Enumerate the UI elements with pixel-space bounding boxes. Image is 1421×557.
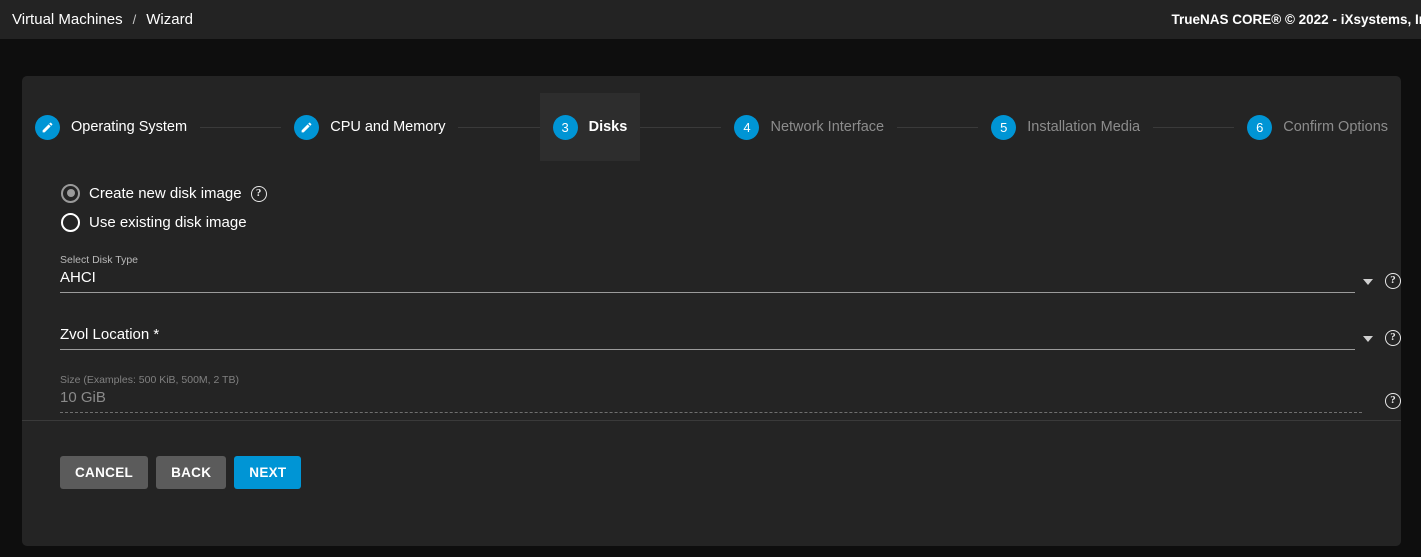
value-select-disk-type[interactable]: AHCI: [60, 267, 1355, 289]
radio-create-new-disk-image[interactable]: Create new disk image ?: [60, 180, 1401, 206]
step-label-cpu-and-memory: CPU and Memory: [330, 119, 445, 135]
step-label-operating-system: Operating System: [71, 119, 187, 135]
step-label-network-interface: Network Interface: [770, 119, 884, 135]
breadcrumb-separator: /: [133, 12, 137, 27]
radio-button-selected-icon[interactable]: [61, 184, 80, 203]
next-button[interactable]: NEXT: [234, 456, 301, 489]
wizard-actions: CANCEL BACK NEXT: [60, 456, 301, 489]
field-size: Size (Examples: 500 KiB, 500M, 2 TB) 10 …: [60, 374, 1401, 413]
breadcrumb-item-virtual-machines[interactable]: Virtual Machines: [12, 11, 123, 28]
value-size: 10 GiB: [60, 387, 1362, 409]
step-number-badge: 6: [1247, 115, 1272, 140]
field-select-disk-type[interactable]: Select Disk Type AHCI ?: [60, 254, 1401, 293]
radio-label-use-existing-disk-image: Use existing disk image: [89, 214, 247, 231]
disks-form: Create new disk image ? Use existing dis…: [60, 180, 1401, 413]
pencil-icon: [294, 115, 319, 140]
label-select-disk-type: Select Disk Type: [60, 254, 1355, 267]
pencil-icon: [35, 115, 60, 140]
help-icon[interactable]: ?: [1385, 393, 1401, 409]
chevron-down-icon[interactable]: [1363, 336, 1373, 342]
step-number-badge: 4: [734, 115, 759, 140]
step-installation-media[interactable]: 5 Installation Media: [978, 93, 1153, 161]
help-icon[interactable]: ?: [1385, 330, 1401, 346]
field-zvol-location[interactable]: Zvol Location * ?: [60, 324, 1401, 350]
step-label-confirm-options: Confirm Options: [1283, 119, 1388, 135]
step-connector: [458, 127, 539, 128]
step-confirm-options[interactable]: 6 Confirm Options: [1234, 93, 1401, 161]
radio-label-create-new-disk-image: Create new disk image: [89, 185, 242, 202]
step-cpu-and-memory[interactable]: CPU and Memory: [281, 93, 458, 161]
step-connector: [897, 127, 978, 128]
wizard-stepper: Operating System CPU and Memory 3 Disks …: [22, 93, 1401, 161]
step-label-installation-media: Installation Media: [1027, 119, 1140, 135]
step-network-interface[interactable]: 4 Network Interface: [721, 93, 897, 161]
radio-use-existing-disk-image[interactable]: Use existing disk image: [60, 209, 1401, 235]
step-number-badge: 3: [553, 115, 578, 140]
step-operating-system[interactable]: Operating System: [22, 93, 200, 161]
wizard-card: Operating System CPU and Memory 3 Disks …: [22, 76, 1401, 546]
help-icon[interactable]: ?: [251, 186, 267, 202]
form-divider: [22, 420, 1401, 421]
step-connector: [1153, 127, 1234, 128]
step-number-badge: 5: [991, 115, 1016, 140]
breadcrumb-item-wizard[interactable]: Wizard: [146, 11, 193, 28]
back-button[interactable]: BACK: [156, 456, 226, 489]
field-underline: [60, 349, 1355, 350]
label-size: Size (Examples: 500 KiB, 500M, 2 TB): [60, 374, 1362, 387]
step-connector: [640, 127, 721, 128]
field-underline: [60, 292, 1355, 293]
step-disks[interactable]: 3 Disks: [540, 93, 641, 161]
field-underline-disabled: [60, 412, 1362, 413]
copyright-text: TrueNAS CORE® © 2022 - iXsystems, In: [1172, 12, 1421, 27]
breadcrumb: Virtual Machines / Wizard: [0, 11, 193, 28]
step-connector: [200, 127, 281, 128]
top-bar: Virtual Machines / Wizard TrueNAS CORE® …: [0, 0, 1421, 39]
help-icon[interactable]: ?: [1385, 273, 1401, 289]
placeholder-zvol-location[interactable]: Zvol Location *: [60, 324, 1355, 346]
cancel-button[interactable]: CANCEL: [60, 456, 148, 489]
chevron-down-icon[interactable]: [1363, 279, 1373, 285]
step-label-disks: Disks: [589, 119, 628, 135]
radio-button-unselected-icon[interactable]: [61, 213, 80, 232]
